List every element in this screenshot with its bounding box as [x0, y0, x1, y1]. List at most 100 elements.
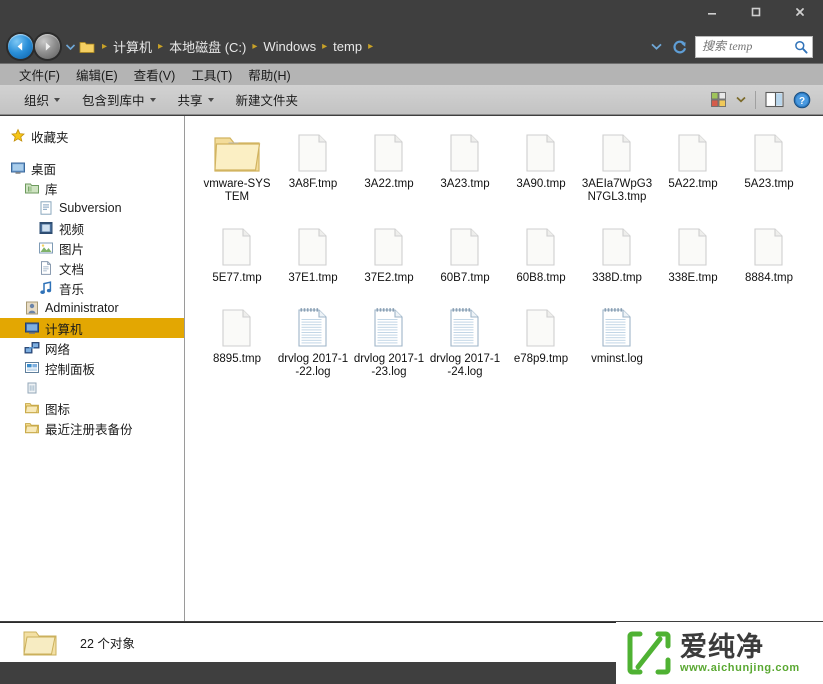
preview-pane-icon[interactable] [765, 91, 784, 108]
log-file-icon [296, 301, 330, 349]
toolbar-button[interactable]: 共享 [168, 87, 224, 112]
sidebar-item-桌面[interactable]: 桌面 [0, 158, 184, 178]
explorer-body: 收藏夹桌面库Subversion视频图片文档音乐Administrator计算机… [0, 116, 823, 621]
breadcrumb-item[interactable]: 计算机 [110, 37, 155, 56]
file-tile[interactable]: 338E.tmp [655, 218, 731, 285]
file-tile[interactable]: 8884.tmp [731, 218, 807, 285]
menu-item[interactable]: 编辑(E) [68, 64, 126, 85]
file-name: 5A23.tmp [732, 178, 806, 191]
view-options-chevron-down-icon[interactable] [736, 96, 746, 103]
sidebar-item-label: 控制面板 [45, 359, 95, 378]
menu-item[interactable]: 帮助(H) [240, 64, 298, 85]
menu-item[interactable]: 查看(V) [126, 64, 184, 85]
file-name: vminst.log [580, 353, 654, 366]
blank-file-icon [372, 220, 406, 268]
sidebar-item-计算机[interactable]: 计算机 [0, 318, 184, 338]
minimize-button[interactable] [699, 2, 725, 22]
file-name: 60B7.tmp [428, 272, 502, 285]
file-name: vmware-SYSTEM [200, 178, 274, 204]
toolbar-button[interactable]: 包含到库中 [72, 87, 166, 112]
watermark: 爱纯净 www.aichunjing.com [616, 622, 823, 684]
file-tile[interactable]: 5A22.tmp [655, 124, 731, 204]
file-grid: vmware-SYSTEM3A8F.tmp3A22.tmp3A23.tmp3A9… [185, 116, 823, 393]
file-tile[interactable]: 3A90.tmp [503, 124, 579, 204]
sidebar-item-收藏夹[interactable]: 收藏夹 [0, 126, 184, 146]
breadcrumb[interactable]: ▸计算机▸本地磁盘 (C:)▸Windows▸temp▸ [99, 36, 649, 58]
search-box[interactable] [695, 36, 813, 58]
file-tile[interactable]: 3AEIa7WpG3N7GL3.tmp [579, 124, 655, 204]
recent-locations-dropdown[interactable] [64, 38, 76, 56]
file-tile[interactable]: 3A22.tmp [351, 124, 427, 204]
sidebar-item-控制面板[interactable]: 控制面板 [0, 358, 184, 378]
sidebar-item-Subversion[interactable]: Subversion [0, 198, 184, 218]
sidebar-item-视频[interactable]: 视频 [0, 218, 184, 238]
toolbar-button[interactable]: 组织 [14, 87, 70, 112]
file-tile[interactable]: 37E2.tmp [351, 218, 427, 285]
file-tile[interactable]: 3A23.tmp [427, 124, 503, 204]
window-controls [699, 2, 813, 22]
navigation-pane[interactable]: 收藏夹桌面库Subversion视频图片文档音乐Administrator计算机… [0, 116, 185, 621]
file-name: 60B8.tmp [504, 272, 578, 285]
view-mode-icon[interactable] [710, 91, 727, 108]
subversion-icon [38, 200, 54, 216]
folder-icon [24, 420, 40, 436]
address-bar: ▸计算机▸本地磁盘 (C:)▸Windows▸temp▸ [0, 30, 823, 63]
toolbar-view-controls: ? [710, 91, 823, 109]
chevron-down-icon [54, 98, 60, 102]
file-tile[interactable]: 60B7.tmp [427, 218, 503, 285]
breadcrumb-item[interactable]: Windows [260, 39, 319, 54]
file-tile[interactable]: 5A23.tmp [731, 124, 807, 204]
file-name: 3A8F.tmp [276, 178, 350, 191]
file-name: drvlog 2017-1-23.log [352, 353, 426, 379]
file-tile[interactable]: drvlog 2017-1-22.log [275, 299, 351, 379]
computer-icon [24, 320, 40, 336]
sidebar-item-文档[interactable]: 文档 [0, 258, 184, 278]
forward-button[interactable] [35, 34, 60, 59]
star-icon [10, 128, 26, 144]
sidebar-item-label: 音乐 [59, 279, 84, 298]
sidebar-item-最近注册表备份[interactable]: 最近注册表备份 [0, 418, 184, 438]
file-list-pane[interactable]: vmware-SYSTEM3A8F.tmp3A22.tmp3A23.tmp3A9… [185, 116, 823, 621]
file-tile[interactable]: 37E1.tmp [275, 218, 351, 285]
breadcrumb-item[interactable]: temp [330, 39, 365, 54]
file-tile[interactable]: drvlog 2017-1-24.log [427, 299, 503, 379]
back-button[interactable] [8, 34, 33, 59]
file-tile[interactable]: drvlog 2017-1-23.log [351, 299, 427, 379]
menu-item[interactable]: 文件(F) [11, 64, 68, 85]
sidebar-item-label: 库 [45, 179, 58, 198]
search-input[interactable] [702, 39, 793, 54]
file-tile[interactable]: 8895.tmp [199, 299, 275, 379]
blank-file-icon [372, 126, 406, 174]
file-name: 37E1.tmp [276, 272, 350, 285]
sidebar-item-图标[interactable]: 图标 [0, 398, 184, 418]
maximize-button[interactable] [743, 2, 769, 22]
file-name: drvlog 2017-1-22.log [276, 353, 350, 379]
refresh-icon[interactable] [670, 38, 688, 56]
sidebar-item-库[interactable]: 库 [0, 178, 184, 198]
blank-file-icon [524, 301, 558, 349]
breadcrumb-item[interactable]: 本地磁盘 (C:) [166, 37, 249, 56]
breadcrumb-separator: ▸ [319, 42, 330, 52]
file-tile[interactable]: 60B8.tmp [503, 218, 579, 285]
sidebar-item-音乐[interactable]: 音乐 [0, 278, 184, 298]
file-tile[interactable]: vminst.log [579, 299, 655, 379]
file-tile[interactable]: vmware-SYSTEM [199, 124, 275, 204]
chevron-down-icon [208, 98, 214, 102]
toolbar: 组织包含到库中共享新建文件夹 [0, 85, 823, 115]
breadcrumb-separator[interactable]: ▸ [365, 42, 376, 52]
file-tile[interactable]: 338D.tmp [579, 218, 655, 285]
close-button[interactable] [787, 2, 813, 22]
toolbar-button[interactable]: 新建文件夹 [226, 87, 309, 112]
menu-item[interactable]: 工具(T) [183, 64, 240, 85]
file-tile[interactable]: 5E77.tmp [199, 218, 275, 285]
sidebar-item-Administrator[interactable]: Administrator [0, 298, 184, 318]
help-icon[interactable]: ? [793, 91, 811, 109]
sidebar-item-图片[interactable]: 图片 [0, 238, 184, 258]
sidebar-item-网络[interactable]: 网络 [0, 338, 184, 358]
sidebar-item-label: 计算机 [45, 319, 83, 338]
sidebar-item-recycle-bin[interactable] [0, 378, 184, 398]
chevron-down-icon[interactable] [649, 40, 663, 54]
menu-bar[interactable]: 文件(F)编辑(E)查看(V)工具(T)帮助(H) [0, 63, 823, 85]
file-tile[interactable]: 3A8F.tmp [275, 124, 351, 204]
file-tile[interactable]: e78p9.tmp [503, 299, 579, 379]
